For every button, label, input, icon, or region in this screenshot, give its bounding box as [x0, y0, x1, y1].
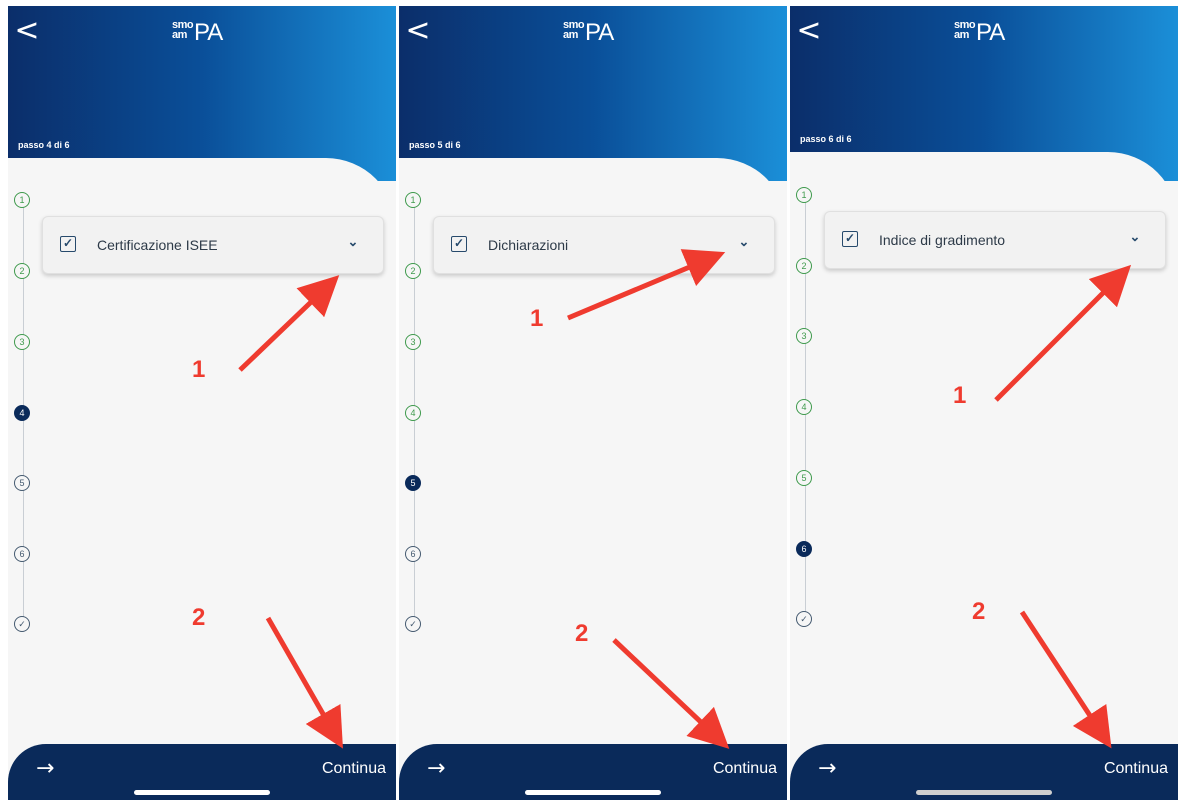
accordion-title: Indice di gradimento: [879, 232, 1006, 248]
step-1-indicator: 1: [405, 192, 421, 208]
step-5-indicator: 5: [405, 475, 421, 491]
step-2-indicator: 2: [405, 263, 421, 279]
back-button[interactable]: <: [796, 16, 822, 46]
step-6-indicator: 6: [14, 546, 30, 562]
phone-screen-step-6: < smo am PA passo 6 di 6 1 2 3 4 5 6 ✓ ✓…: [790, 6, 1178, 800]
arrow-right-icon[interactable]: →: [818, 758, 836, 780]
arrow-right-icon[interactable]: →: [36, 758, 54, 780]
step-4-indicator: 4: [14, 405, 30, 421]
chevron-down-icon[interactable]: ⌄: [734, 232, 754, 252]
annotation-number-2-screen-3: 2: [972, 598, 986, 625]
header: < smo am PA passo 5 di 6: [399, 6, 787, 181]
step-5-indicator: 5: [796, 470, 812, 486]
step-label: passo 5 di 6: [409, 140, 461, 150]
continue-button[interactable]: Continua: [713, 760, 777, 778]
step-2-indicator: 2: [796, 258, 812, 274]
continue-button[interactable]: Continua: [1104, 760, 1168, 778]
annotation-number-1-screen-2: 1: [530, 305, 544, 332]
annotation-number-1-screen-1: 1: [192, 356, 206, 383]
app-logo: smo am PA: [563, 19, 614, 46]
step-1-indicator: 1: [14, 192, 30, 208]
step-complete-check-icon: ✓: [796, 611, 812, 627]
chevron-down-icon[interactable]: ⌄: [1125, 227, 1145, 247]
step-6-indicator: 6: [405, 546, 421, 562]
home-indicator: [134, 790, 270, 795]
checkbox-checked-icon: ✓: [842, 231, 858, 247]
step-4-indicator: 4: [796, 399, 812, 415]
step-1-indicator: 1: [796, 187, 812, 203]
step-label: passo 6 di 6: [800, 134, 852, 144]
step-complete-check-icon: ✓: [405, 616, 421, 632]
step-3-indicator: 3: [405, 334, 421, 350]
step-4-indicator: 4: [405, 405, 421, 421]
bottom-bar: → Continua: [399, 744, 787, 800]
header: < smo am PA passo 4 di 6: [8, 6, 396, 181]
accordion-dichiarazioni[interactable]: ✓ Dichiarazioni ⌄: [433, 216, 775, 274]
step-label: passo 4 di 6: [18, 140, 70, 150]
home-indicator: [525, 790, 661, 795]
annotation-number-1-screen-3: 1: [953, 382, 967, 409]
app-logo: smo am PA: [954, 19, 1005, 46]
accordion-title: Certificazione ISEE: [97, 237, 218, 253]
back-button[interactable]: <: [405, 16, 431, 46]
step-3-indicator: 3: [796, 328, 812, 344]
step-2-indicator: 2: [14, 263, 30, 279]
accordion-indice-di-gradimento[interactable]: ✓ Indice di gradimento ⌄: [824, 211, 1166, 269]
continue-button[interactable]: Continua: [322, 760, 386, 778]
checkbox-checked-icon: ✓: [451, 236, 467, 252]
phone-screen-step-5: < smo am PA passo 5 di 6 1 2 3 4 5 6 ✓ ✓…: [399, 6, 787, 800]
step-3-indicator: 3: [14, 334, 30, 350]
step-6-indicator: 6: [796, 541, 812, 557]
bottom-bar: → Continua: [790, 744, 1178, 800]
annotation-number-2-screen-1: 2: [192, 604, 206, 631]
phone-screen-step-4: < smo am PA passo 4 di 6 1 2 3 4 5 6 ✓ ✓…: [8, 6, 396, 800]
checkbox-checked-icon: ✓: [60, 236, 76, 252]
home-indicator: [916, 790, 1052, 795]
accordion-certificazione-isee[interactable]: ✓ Certificazione ISEE ⌄: [42, 216, 384, 274]
bottom-bar: → Continua: [8, 744, 396, 800]
chevron-down-icon[interactable]: ⌄: [343, 232, 363, 252]
app-logo: smo am PA: [172, 19, 223, 46]
accordion-title: Dichiarazioni: [488, 237, 569, 253]
arrow-right-icon[interactable]: →: [427, 758, 445, 780]
annotation-number-2-screen-2: 2: [575, 620, 589, 647]
step-5-indicator: 5: [14, 475, 30, 491]
back-button[interactable]: <: [14, 16, 40, 46]
step-complete-check-icon: ✓: [14, 616, 30, 632]
